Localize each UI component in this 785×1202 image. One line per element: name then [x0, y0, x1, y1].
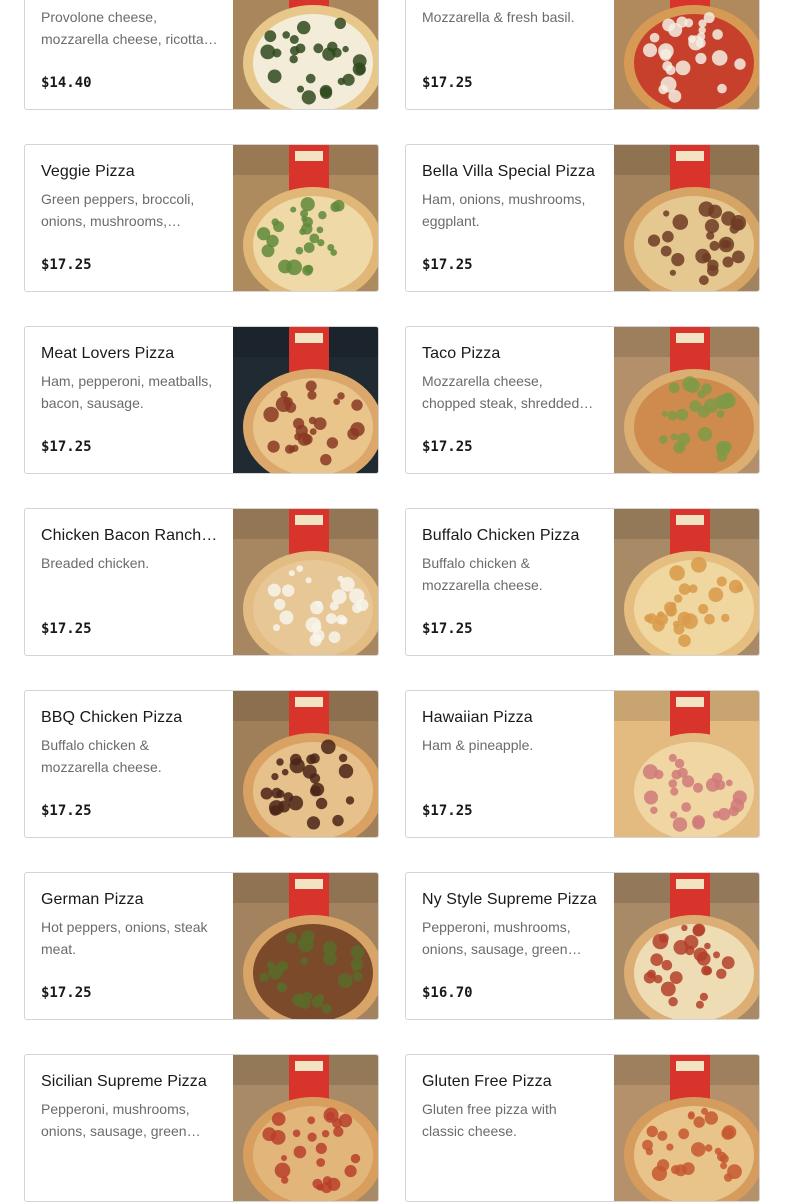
menu-item-info: German Pizza Hot peppers, onions, steak m…: [41, 890, 219, 960]
menu-item-info: Gluten Free Pizza Gluten free pizza with …: [422, 1072, 600, 1142]
menu-item-info: Chicken Bacon Ranch Pizza Breaded chicken…: [41, 526, 219, 596]
menu-item-name: BBQ Chicken Pizza: [41, 709, 183, 726]
menu-item-price: $17.25: [422, 621, 473, 637]
menu-item-card[interactable]: Chicken Bacon Ranch Pizza Breaded chicken…: [24, 508, 379, 656]
pizza-photo-hawaiian: [614, 691, 759, 837]
menu-item-description: Ham, pepperoni, meatballs, bacon, sausag…: [41, 373, 213, 411]
menu-item-price: $17.25: [41, 257, 92, 273]
menu-item-info: Sicilian Supreme Pizza Pepperoni, mushroo…: [41, 1072, 219, 1142]
menu-item-card[interactable]: Meat Lovers Pizza Ham, pepperoni, meatbal…: [24, 326, 379, 474]
menu-item-description: Mozzarella & fresh basil.: [422, 9, 575, 25]
pizza-photo-gluten-free: [614, 1055, 759, 1201]
menu-item-description: Green peppers, broccoli, onions, mushroo…: [41, 191, 195, 229]
menu-item-description: Provolone cheese, mozzarella cheese, ric…: [41, 9, 204, 47]
menu-item-card[interactable]: Bella Villa Special Pizza Ham, onions, mu…: [405, 144, 760, 292]
menu-item-price: $17.25: [422, 75, 473, 91]
menu-item-card[interactable]: Taco Pizza Mozzarella cheese, chopped ste…: [405, 326, 760, 474]
pizza-photo-buffalo-chicken: [614, 509, 759, 655]
menu-item-price: $17.25: [41, 439, 92, 455]
menu-item-name: Meat Lovers Pizza: [41, 345, 175, 362]
menu-item-info: Taco Pizza Mozzarella cheese, chopped ste…: [422, 344, 600, 414]
pizza-photo-meat-lovers: [233, 327, 378, 473]
menu-item-info: Margherita PizzaMozzarella & fresh basil…: [422, 0, 600, 50]
menu-item-name: Hawaiian Pizza: [422, 709, 533, 726]
menu-item-name: German Pizza: [41, 891, 144, 908]
menu-item-info: BBQ Chicken Pizza Buffalo chicken & mozza…: [41, 708, 219, 778]
menu-item-card[interactable]: Spinach PizzaProvolone cheese, mozzarell…: [24, 0, 379, 110]
menu-item-card[interactable]: Buffalo Chicken Pizza Buffalo chicken & m…: [405, 508, 760, 656]
menu-item-price: $17.25: [41, 803, 92, 819]
menu-item-name: Bella Villa Special Pizza: [422, 163, 595, 180]
menu-item-price: $17.25: [41, 621, 92, 637]
menu-item-name: Ny Style Supreme Pizza: [422, 891, 597, 908]
menu-item-info: Veggie Pizza Green peppers, broccoli, oni…: [41, 162, 219, 232]
pizza-photo-german: [233, 873, 378, 1019]
menu-item-price: $14.40: [41, 75, 92, 91]
menu-item-description: Breaded chicken.: [41, 555, 150, 571]
menu-item-card[interactable]: Veggie Pizza Green peppers, broccoli, oni…: [24, 144, 379, 292]
pizza-photo-special: [614, 145, 759, 291]
menu-item-card[interactable]: BBQ Chicken Pizza Buffalo chicken & mozza…: [24, 690, 379, 838]
pizza-photo-ny-supreme: [614, 873, 759, 1019]
menu-item-description: Gluten free pizza with classic cheese.: [422, 1101, 557, 1139]
menu-item-price: $17.25: [41, 985, 92, 1001]
menu-item-price: $17.25: [422, 257, 473, 273]
menu-item-card[interactable]: Margherita PizzaMozzarella & fresh basil…: [405, 0, 760, 110]
menu-item-info: Spinach PizzaProvolone cheese, mozzarell…: [41, 0, 219, 50]
menu-item-description: Pepperoni, mushrooms, onions, sausage, g…: [41, 1101, 190, 1139]
pizza-photo-bbq-chicken: [233, 691, 378, 837]
pizza-photo-veggie: [233, 145, 378, 291]
menu-item-info: Bella Villa Special Pizza Ham, onions, mu…: [422, 162, 600, 232]
menu-item-info: Hawaiian Pizza Ham & pineapple.: [422, 708, 600, 778]
menu-item-card[interactable]: Hawaiian Pizza Ham & pineapple. $17.25: [405, 690, 760, 838]
menu-item-info: Meat Lovers Pizza Ham, pepperoni, meatbal…: [41, 344, 219, 414]
menu-item-description: Ham & pineapple.: [422, 737, 534, 753]
pizza-photo-margherita: [614, 0, 759, 109]
pizza-photo-spinach: [233, 0, 378, 109]
menu-item-name: Buffalo Chicken Pizza: [422, 527, 580, 544]
pizza-photo-sicilian-supreme: [233, 1055, 378, 1201]
menu-item-description: Mozzarella cheese, chopped steak, shredd…: [422, 373, 580, 411]
menu-item-description: Pepperoni, mushrooms, onions, sausage, g…: [422, 919, 571, 957]
menu-item-description: Buffalo chicken & mozzarella cheese.: [41, 737, 162, 775]
menu-item-card[interactable]: Gluten Free Pizza Gluten free pizza with …: [405, 1054, 760, 1202]
menu-item-price: $17.25: [422, 439, 473, 455]
pizza-photo-taco: [614, 327, 759, 473]
pizza-photo-chicken-bacon-ranch: [233, 509, 378, 655]
menu-item-description: Hot peppers, onions, steak meat.: [41, 919, 208, 957]
menu-item-name: Chicken Bacon Ranch Pizza: [41, 527, 219, 544]
menu-item-price: $17.25: [422, 803, 473, 819]
menu-item-name: Veggie Pizza: [41, 163, 135, 180]
menu-item-description: Ham, onions, mushrooms, eggplant.: [422, 191, 586, 229]
menu-item-card[interactable]: Ny Style Supreme Pizza Pepperoni, mushroo…: [405, 872, 760, 1020]
menu-item-card[interactable]: German Pizza Hot peppers, onions, steak m…: [24, 872, 379, 1020]
menu-item-name: Sicilian Supreme Pizza: [41, 1073, 207, 1090]
menu-item-price: $16.70: [422, 985, 473, 1001]
menu-item-info: Ny Style Supreme Pizza Pepperoni, mushroo…: [422, 890, 600, 960]
menu-item-name: Gluten Free Pizza: [422, 1073, 552, 1090]
menu-item-description: Buffalo chicken & mozzarella cheese.: [422, 555, 543, 593]
menu-item-info: Buffalo Chicken Pizza Buffalo chicken & m…: [422, 526, 600, 596]
menu-item-card[interactable]: Sicilian Supreme Pizza Pepperoni, mushroo…: [24, 1054, 379, 1202]
menu-item-name: Taco Pizza: [422, 345, 501, 362]
